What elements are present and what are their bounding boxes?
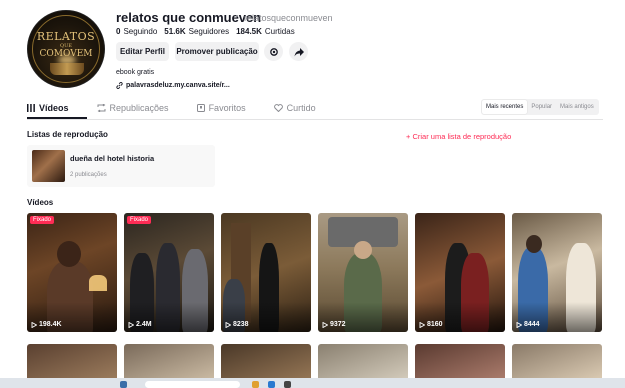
stat-value: 184.5K: [236, 27, 262, 36]
repost-icon: [97, 104, 106, 112]
pinned-badge: Fixado: [127, 216, 152, 224]
stat-label: Seguindo: [123, 27, 158, 36]
heart-icon: [273, 104, 283, 112]
video-card[interactable]: Fixado 2.4M: [124, 213, 214, 332]
book-icon: [50, 63, 84, 75]
profile-avatar[interactable]: RELATOS QUE COMOVEM: [27, 10, 105, 88]
bookmark-icon: [196, 104, 205, 112]
profile-stats: 0 Seguindo 51.6K Seguidores 184.5K Curtidas: [116, 27, 295, 36]
tab-favorites[interactable]: Favoritos: [196, 98, 246, 118]
grid-icon: [27, 104, 35, 112]
view-count: 8444: [516, 321, 540, 328]
stat-value: 0: [116, 27, 121, 36]
view-count: 198.4K: [31, 321, 62, 328]
view-count-text: 8160: [427, 321, 443, 328]
tab-videos[interactable]: Vídeos: [27, 98, 69, 118]
video-card[interactable]: 8238: [221, 213, 311, 332]
profile-link[interactable]: palavrasdeluz.my.canva.site/r...: [116, 82, 230, 89]
view-count-text: 8238: [233, 321, 249, 328]
share-button[interactable]: [289, 42, 308, 61]
view-count: 9372: [322, 321, 346, 328]
tab-label: Curtido: [286, 103, 316, 113]
gear-icon: [269, 47, 278, 56]
view-count-text: 2.4M: [136, 321, 152, 328]
create-playlist-button[interactable]: + Criar uma lista de reprodução: [406, 132, 511, 141]
play-icon: [31, 321, 37, 328]
profile-handle: relatosqueconmueven: [244, 13, 333, 23]
video-card[interactable]: 8444: [512, 213, 602, 332]
play-icon: [516, 321, 522, 328]
sort-latest[interactable]: Mais recentes: [482, 100, 528, 114]
profile-link-text: palavrasdeluz.my.canva.site/r...: [126, 82, 230, 89]
start-icon[interactable]: [120, 381, 127, 388]
playlist-thumbnail: [32, 150, 65, 182]
edit-profile-button[interactable]: Editar Perfil: [116, 42, 169, 61]
video-card[interactable]: 8160: [415, 213, 505, 332]
promote-post-button[interactable]: Promover publicação: [175, 42, 259, 61]
folder-icon[interactable]: [252, 381, 259, 388]
stat-followers[interactable]: 51.6K Seguidores: [164, 27, 229, 36]
tab-reposts[interactable]: Republicações: [97, 98, 169, 118]
link-icon: [116, 82, 123, 89]
sort-segmented-control: Mais recentes Popular Mais antigos: [481, 99, 599, 115]
view-count: 8238: [225, 321, 249, 328]
taskbar-search[interactable]: [145, 381, 240, 388]
view-count-text: 8444: [524, 321, 540, 328]
os-taskbar: [0, 378, 625, 388]
view-count-text: 9372: [330, 321, 346, 328]
share-arrow-icon: [294, 47, 304, 56]
view-count: 2.4M: [128, 321, 152, 328]
stat-label: Curtidas: [264, 27, 295, 36]
stat-following[interactable]: 0 Seguindo: [116, 27, 157, 36]
separator-dot: [236, 15, 238, 17]
view-count-text: 198.4K: [39, 321, 62, 328]
thumb-head: [526, 235, 542, 253]
pinned-badge: Fixado: [30, 216, 55, 224]
videos-heading: Vídeos: [27, 198, 54, 207]
tab-label: Favoritos: [208, 103, 246, 113]
tab-label: Vídeos: [39, 103, 69, 113]
profile-tabs: Vídeos Republicações Favoritos Curtido: [27, 98, 344, 118]
tab-liked[interactable]: Curtido: [273, 98, 316, 118]
tab-label: Republicações: [109, 103, 169, 113]
sort-popular[interactable]: Popular: [527, 100, 556, 114]
profile-bio: ebook gratis: [116, 69, 155, 76]
video-card[interactable]: Fixado 198.4K: [27, 213, 117, 332]
app-icon[interactable]: [284, 381, 291, 388]
play-icon: [225, 321, 231, 328]
playlists-heading: Listas de reprodução: [27, 130, 108, 139]
thumb-head: [57, 241, 81, 267]
stat-likes: 184.5K Curtidas: [236, 27, 295, 36]
video-grid: Fixado 198.4K Fixado 2.4M 8238 9372 8160…: [27, 213, 603, 384]
lamp-shape: [89, 275, 107, 291]
playlist-card[interactable]: dueña del hotel historia 2 publicações: [27, 145, 215, 187]
settings-button[interactable]: [264, 42, 283, 61]
view-count: 8160: [419, 321, 443, 328]
play-icon: [322, 321, 328, 328]
play-icon: [419, 321, 425, 328]
avatar-text-line1: RELATOS: [36, 30, 96, 43]
video-card[interactable]: 9372: [318, 213, 408, 332]
playlist-title: dueña del hotel historia: [70, 154, 155, 163]
tabs-divider: [27, 119, 603, 120]
profile-username: relatos que conmueven: [116, 10, 262, 25]
stat-value: 51.6K: [164, 27, 186, 36]
stat-label: Seguidores: [188, 27, 230, 36]
play-icon: [128, 321, 134, 328]
sort-oldest[interactable]: Mais antigos: [556, 100, 598, 114]
thumb-head: [354, 241, 372, 259]
browser-icon[interactable]: [268, 381, 275, 388]
playlist-count: 2 publicações: [70, 172, 107, 178]
